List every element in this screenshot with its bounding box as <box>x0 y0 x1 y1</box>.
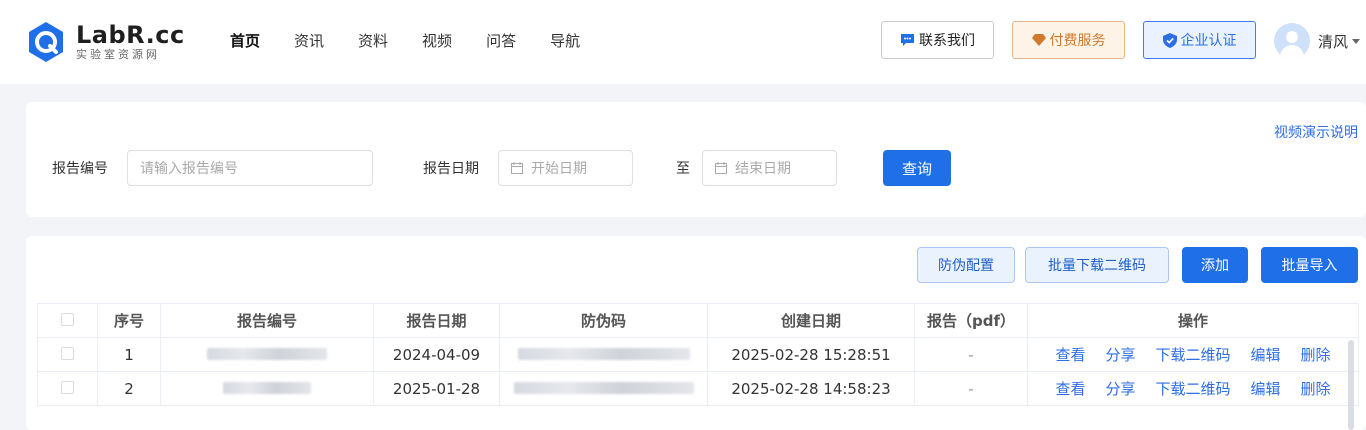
col-index: 序号 <box>97 303 161 338</box>
row-index: 2 <box>97 371 161 406</box>
share-link[interactable]: 分享 <box>1105 346 1135 364</box>
table-scrollbar[interactable] <box>1348 340 1354 430</box>
logo-name: LabR.cc <box>76 21 185 49</box>
report-number-placeholder: 请输入报告编号 <box>140 161 238 177</box>
diamond-icon <box>1031 34 1046 46</box>
shield-check-icon <box>1162 32 1177 48</box>
col-created-date: 创建日期 <box>707 303 915 338</box>
row-operations: 查看 分享 下载二维码 编辑 删除 <box>1027 371 1359 406</box>
contact-us-label: 联系我们 <box>919 33 975 49</box>
row-checkbox[interactable] <box>61 346 74 360</box>
logo-subtitle: 实验室资源网 <box>76 48 160 61</box>
nav-item-materials[interactable]: 资料 <box>358 30 388 52</box>
col-report-date: 报告日期 <box>373 303 500 338</box>
top-navigation-bar: LabR.cc 实验室资源网 首页 资讯 资料 视频 问答 导航 联系我们 付费… <box>0 0 1366 84</box>
view-link[interactable]: 查看 <box>1055 380 1085 398</box>
end-date-input[interactable]: 结束日期 <box>702 150 837 186</box>
date-range-separator: 至 <box>676 161 690 177</box>
batch-download-qr-button[interactable]: 批量下载二维码 <box>1025 247 1169 283</box>
report-pdf: - <box>914 337 1028 372</box>
share-link[interactable]: 分享 <box>1105 380 1135 398</box>
nav-item-qa[interactable]: 问答 <box>486 30 516 52</box>
delete-link[interactable]: 删除 <box>1301 346 1331 364</box>
chat-icon <box>900 33 915 47</box>
logo-icon <box>24 20 68 64</box>
anti-fake-code-redacted <box>499 371 708 406</box>
search-panel: 视频演示说明 报告编号 请输入报告编号 报告日期 开始日期 至 结束日期 查询 <box>26 102 1366 217</box>
select-all-cell <box>37 303 98 338</box>
user-menu[interactable]: 清风 <box>1274 23 1361 59</box>
row-index: 1 <box>97 337 161 372</box>
calendar-icon <box>715 162 727 174</box>
row-checkbox[interactable] <box>61 380 74 394</box>
report-table: 序号 报告编号 报告日期 防伪码 创建日期 报告（pdf） 操作 1 2024-… <box>37 303 1359 406</box>
col-report-number: 报告编号 <box>160 303 374 338</box>
report-pdf: - <box>914 371 1028 406</box>
col-anti-fake-code: 防伪码 <box>499 303 708 338</box>
nav-item-guide[interactable]: 导航 <box>550 30 580 52</box>
report-date: 2025-01-28 <box>373 371 500 406</box>
report-number-label: 报告编号 <box>52 161 108 177</box>
enterprise-cert-label: 企业认证 <box>1180 33 1237 49</box>
edit-link[interactable]: 编辑 <box>1251 380 1281 398</box>
select-all-checkbox[interactable] <box>61 312 74 326</box>
end-date-placeholder: 结束日期 <box>735 161 791 177</box>
contact-us-button[interactable]: 联系我们 <box>881 21 994 59</box>
col-operations: 操作 <box>1027 303 1359 338</box>
calendar-icon <box>511 162 523 174</box>
report-number-input[interactable]: 请输入报告编号 <box>127 150 373 186</box>
col-report-pdf: 报告（pdf） <box>914 303 1028 338</box>
download-qr-link[interactable]: 下载二维码 <box>1155 380 1230 398</box>
chevron-down-icon <box>1352 38 1361 44</box>
user-name: 清风 <box>1318 32 1349 51</box>
start-date-input[interactable]: 开始日期 <box>498 150 633 186</box>
add-button[interactable]: 添加 <box>1182 247 1248 283</box>
download-qr-link[interactable]: 下载二维码 <box>1155 346 1230 364</box>
site-logo[interactable]: LabR.cc 实验室资源网 <box>24 20 185 64</box>
created-date: 2025-02-28 15:28:51 <box>707 337 915 372</box>
row-operations: 查看 分享 下载二维码 编辑 删除 <box>1027 337 1359 372</box>
table-row: 1 2024-04-09 2025-02-28 15:28:51 - 查看 分享 下… <box>37 337 1359 372</box>
report-date-label: 报告日期 <box>423 161 479 177</box>
nav-item-home[interactable]: 首页 <box>230 30 260 52</box>
enterprise-cert-button[interactable]: 企业认证 <box>1143 21 1256 59</box>
created-date: 2025-02-28 14:58:23 <box>707 371 915 406</box>
report-number-redacted <box>160 337 374 372</box>
nav-item-videos[interactable]: 视频 <box>422 30 452 52</box>
paid-service-label: 付费服务 <box>1049 33 1106 49</box>
report-number-redacted <box>160 371 374 406</box>
nav-item-news[interactable]: 资讯 <box>294 30 324 52</box>
query-button[interactable]: 查询 <box>883 150 951 186</box>
edit-link[interactable]: 编辑 <box>1251 346 1281 364</box>
avatar <box>1274 23 1310 59</box>
view-link[interactable]: 查看 <box>1055 346 1085 364</box>
paid-service-button[interactable]: 付费服务 <box>1012 21 1125 59</box>
start-date-placeholder: 开始日期 <box>531 161 587 177</box>
table-row: 2 2025-01-28 2025-02-28 14:58:23 - 查看 分享 下… <box>37 371 1359 406</box>
anti-fake-config-button[interactable]: 防伪配置 <box>917 247 1015 283</box>
main-nav: 首页 资讯 资料 视频 问答 导航 <box>230 30 614 52</box>
report-table-panel: 防伪配置 批量下载二维码 添加 批量导入 序号 报告编号 报告日期 防伪码 创建… <box>26 236 1366 430</box>
video-demo-link[interactable]: 视频演示说明 <box>1274 122 1358 142</box>
table-header-row: 序号 报告编号 报告日期 防伪码 创建日期 报告（pdf） 操作 <box>37 303 1359 338</box>
delete-link[interactable]: 删除 <box>1301 380 1331 398</box>
anti-fake-code-redacted <box>499 337 708 372</box>
report-date: 2024-04-09 <box>373 337 500 372</box>
batch-import-button[interactable]: 批量导入 <box>1261 247 1358 283</box>
